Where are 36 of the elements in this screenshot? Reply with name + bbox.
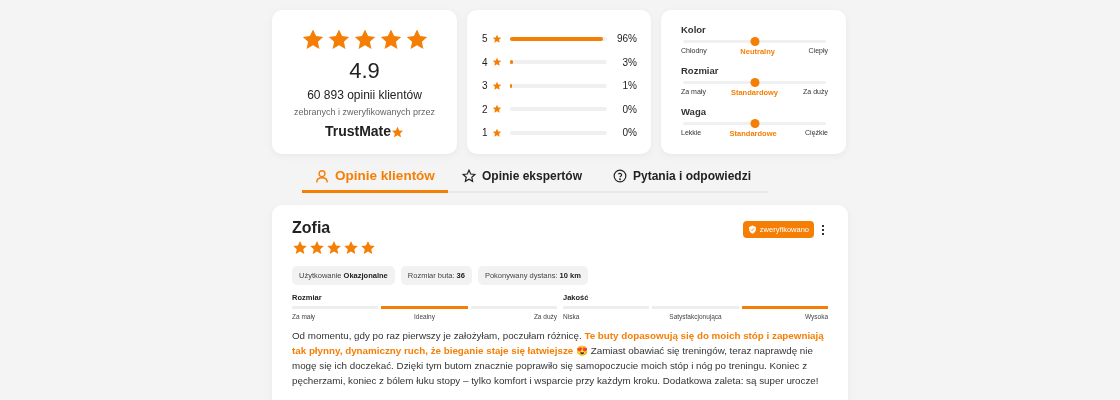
average-rating: 4.9 (348, 58, 381, 84)
percentage: 1% (621, 80, 637, 92)
review-text: Od momentu, gdy po raz pierwszy je założyłam, poczułam różnicę. Te buty dopasowują się do moich stóp i zapewniają tak płynny, dynamiczny ruch, że bieganie staje się łatwiejsze 😍 Zamiast obawiać się treningów, teraz naprawdę nie mogę się ich doczekać. Dzięki tym butom znacznie poprawiło się samopoczucie moich stóp i nóg po treningu. Koniec z pęcherzami, koniec z bólem łuku stopy – tylko komfort i wsparcie przy każdym kroku. Dodatkowa zaleta: są super urocze! (292, 329, 825, 388)
star-level: 4 (482, 56, 489, 68)
tab[interactable]: Pytania i odpowiedzi (596, 168, 768, 193)
star-icon (492, 33, 502, 44)
brand-logo-text: TrustMate (324, 123, 392, 139)
star-icon (343, 240, 359, 256)
percentage: 0% (621, 127, 637, 139)
shield-check-icon (747, 225, 757, 234)
reviewer-name: Zofia (292, 219, 332, 237)
star-icon (309, 240, 325, 256)
question-icon (613, 168, 627, 183)
logo-star-icon (391, 126, 405, 139)
star-icon (292, 240, 308, 256)
tab[interactable]: Opinie ekspertów (448, 168, 596, 193)
star-icon (326, 240, 342, 256)
attribute-title: Kolor (681, 24, 707, 35)
star-icon (492, 80, 502, 91)
attribute-title: Waga (681, 106, 707, 117)
person-icon (315, 168, 330, 183)
star-outline-icon (462, 168, 476, 183)
star-icon (492, 57, 502, 68)
star-icon (492, 127, 502, 138)
percentage: 0% (621, 103, 637, 115)
caption: zebranych i zweryfikowanych przez (292, 107, 437, 117)
star-icon (360, 240, 376, 256)
star-level: 5 (482, 33, 489, 45)
review-count: 60 893 opinii klientów (306, 88, 423, 102)
attribute-title: Rozmiar (681, 65, 720, 76)
star-icon (492, 104, 502, 115)
star-level: 1 (482, 127, 489, 139)
star-level: 2 (482, 103, 489, 115)
star-level: 3 (482, 80, 489, 92)
percentage: 96% (616, 33, 637, 45)
percentage: 3% (621, 56, 637, 68)
